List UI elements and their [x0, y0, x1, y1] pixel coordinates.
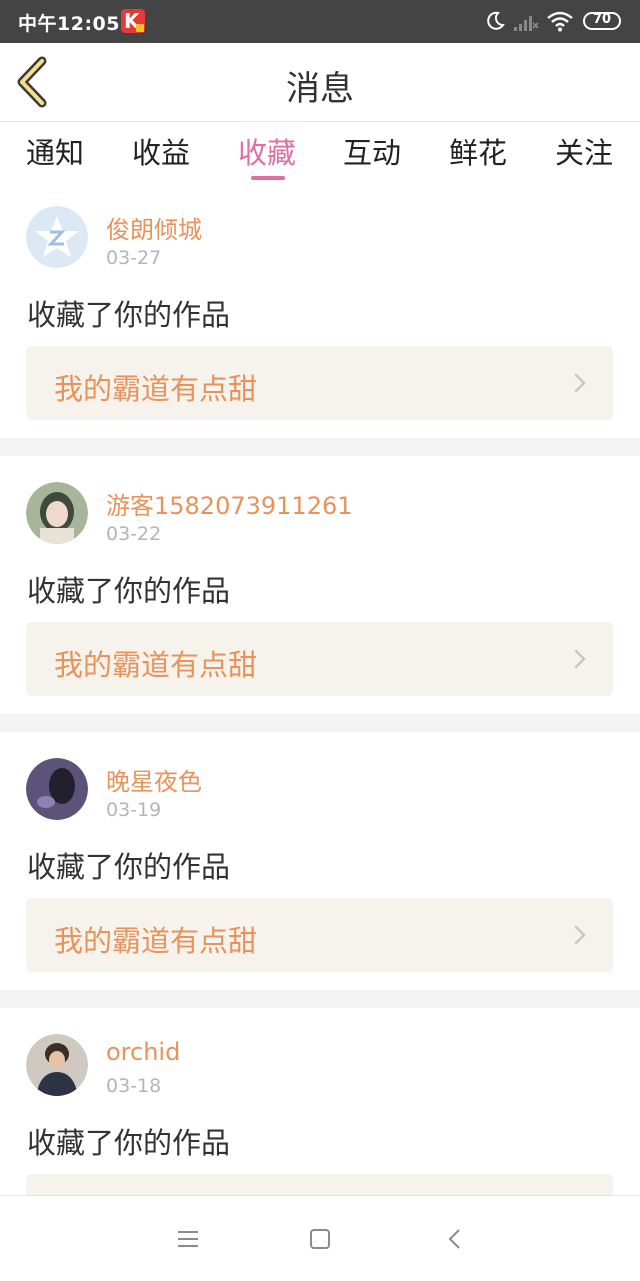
header: 消息: [0, 43, 640, 122]
username[interactable]: 游客1582073911261: [106, 486, 353, 521]
work-link[interactable]: 我的霸道有点甜: [26, 622, 613, 696]
action-text: 收藏了你的作品: [27, 574, 231, 608]
tab-notice[interactable]: 通知: [26, 130, 84, 172]
avatar[interactable]: [26, 206, 88, 268]
divider: [0, 714, 640, 732]
home-square-icon[interactable]: [307, 1226, 333, 1252]
avatar[interactable]: [26, 758, 88, 820]
work-title: 我的霸道有点甜: [54, 648, 258, 682]
status-bar: 中午12:05 K 70: [0, 0, 640, 43]
user-photo-icon: [26, 482, 88, 544]
chevron-right-icon: [574, 373, 586, 393]
chevron-right-icon: [574, 649, 586, 669]
date: 03-18: [106, 1075, 162, 1097]
tab-follow[interactable]: 关注: [555, 130, 613, 172]
default-avatar-icon: [26, 206, 88, 268]
chevron-right-icon: [574, 925, 586, 945]
username[interactable]: 俊朗倾城: [106, 210, 202, 245]
action-text: 收藏了你的作品: [27, 1126, 231, 1160]
active-tab-indicator: [251, 176, 285, 180]
tab-favorites[interactable]: 收藏: [238, 130, 296, 172]
page-title: 消息: [286, 69, 354, 109]
tab-interaction[interactable]: 互动: [343, 130, 401, 172]
tab-earnings[interactable]: 收益: [132, 130, 190, 172]
divider: [0, 438, 640, 456]
battery-icon: 70: [583, 12, 621, 30]
signal-icon: [514, 16, 539, 31]
wifi-icon: [547, 11, 573, 32]
date: 03-27: [106, 247, 162, 269]
date: 03-19: [106, 799, 162, 821]
menu-icon[interactable]: [175, 1226, 201, 1252]
username[interactable]: 晚星夜色: [106, 762, 202, 797]
k-app-icon: K: [121, 9, 145, 33]
tab-flowers[interactable]: 鲜花: [449, 130, 507, 172]
battery-level: 70: [592, 12, 612, 27]
work-link[interactable]: [26, 1174, 613, 1195]
divider: [0, 990, 640, 1008]
work-link[interactable]: 我的霸道有点甜: [26, 898, 613, 972]
list-item: orchid 03-18 收藏了你的作品: [0, 1008, 640, 1195]
moon-icon: [487, 11, 505, 30]
action-text: 收藏了你的作品: [27, 850, 231, 884]
username[interactable]: orchid: [106, 1038, 180, 1066]
work-link[interactable]: 我的霸道有点甜: [26, 346, 613, 420]
list-item: 晚星夜色 03-19 收藏了你的作品 我的霸道有点甜: [0, 732, 640, 990]
list-item: 游客1582073911261 03-22 收藏了你的作品 我的霸道有点甜: [0, 456, 640, 714]
tab-bar: 通知 收益 收藏 互动 鲜花 关注: [0, 122, 640, 186]
action-text: 收藏了你的作品: [27, 298, 231, 332]
user-photo-icon: [26, 758, 88, 820]
back-triangle-icon[interactable]: [442, 1226, 468, 1252]
avatar[interactable]: [26, 482, 88, 544]
system-nav-bar: [0, 1195, 640, 1281]
list-item: 俊朗倾城 03-27 收藏了你的作品 我的霸道有点甜: [0, 190, 640, 438]
status-time: 中午12:05: [18, 13, 120, 35]
work-title: 我的霸道有点甜: [54, 372, 258, 406]
date: 03-22: [106, 523, 162, 545]
work-title: 我的霸道有点甜: [54, 924, 258, 958]
avatar[interactable]: [26, 1034, 88, 1096]
user-photo-icon: [26, 1034, 88, 1096]
